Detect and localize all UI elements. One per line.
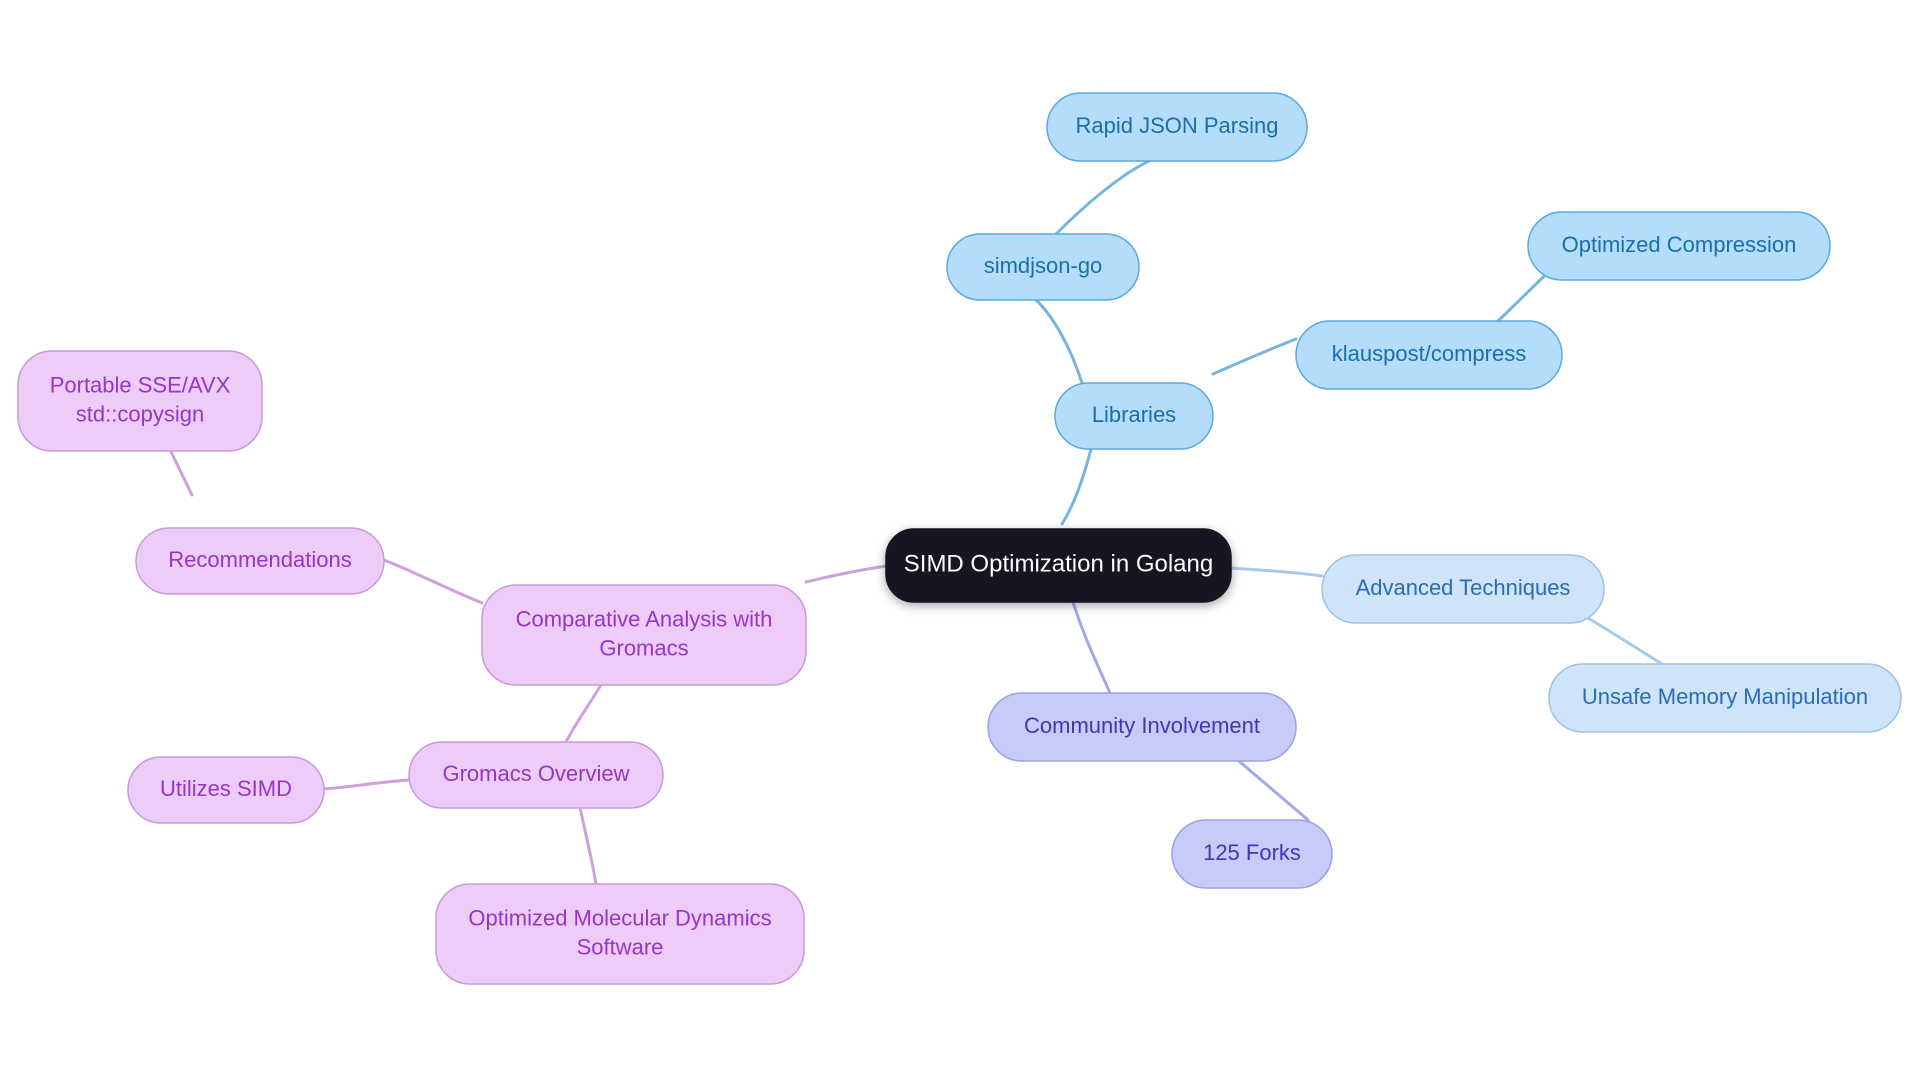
node-advanced-techniques[interactable]: Advanced Techniques — [1321, 554, 1605, 624]
edge-gromacs-overview-to-utilizes-simd — [322, 778, 411, 791]
node-layer: SIMD Optimization in Golang Libraries simd… — [17, 92, 1902, 985]
mindmap-canvas: SIMD Optimization in Golang Libraries simd… — [0, 0, 1920, 1083]
node-label-optimized-compression: Optimized Compression — [1562, 232, 1797, 257]
node-label-forks: 125 Forks — [1203, 840, 1301, 865]
edge-libraries-to-simdjson-go — [1034, 298, 1084, 385]
edge-community-involvement-to-forks — [1230, 753, 1310, 822]
node-label-advanced-techniques: Advanced Techniques — [1356, 575, 1571, 600]
node-community-involvement[interactable]: Community Involvement — [987, 692, 1297, 762]
edge-root-to-community-involvement — [1071, 600, 1112, 695]
node-optimized-compression[interactable]: Optimized Compression — [1527, 211, 1831, 281]
node-label-recommendations: Recommendations — [168, 547, 351, 572]
node-gromacs-overview[interactable]: Gromacs Overview — [408, 741, 664, 809]
node-label-gromacs-overview: Gromacs Overview — [442, 761, 629, 786]
node-optimized-molecular-dynamics[interactable]: Optimized Molecular Dynamics Software — [435, 883, 805, 985]
node-label-utilizes-simd: Utilizes SIMD — [160, 776, 292, 801]
edge-gromacs-overview-to-optimized-molecular-dynamics — [578, 806, 598, 886]
node-label-unsafe-memory-manipulation: Unsafe Memory Manipulation — [1582, 684, 1868, 709]
edge-libraries-to-klauspost-compress — [1211, 337, 1298, 376]
edge-root-to-comparative-analysis — [804, 564, 888, 584]
node-label-rapid-json-parsing: Rapid JSON Parsing — [1076, 113, 1279, 138]
node-simdjson-go[interactable]: simdjson-go — [946, 233, 1140, 301]
node-utilizes-simd[interactable]: Utilizes SIMD — [127, 756, 325, 824]
node-rapid-json-parsing[interactable]: Rapid JSON Parsing — [1046, 92, 1308, 162]
node-portable-sse-avx[interactable]: Portable SSE/AVX std::copysign — [17, 350, 263, 452]
edge-comparative-analysis-to-recommendations — [382, 558, 484, 605]
node-libraries[interactable]: Libraries — [1054, 382, 1214, 450]
node-forks[interactable]: 125 Forks — [1171, 819, 1333, 889]
node-label-root: SIMD Optimization in Golang — [904, 551, 1213, 578]
node-klauspost-compress[interactable]: klauspost/compress — [1295, 320, 1563, 390]
node-label-libraries: Libraries — [1092, 402, 1176, 427]
mindmap-svg: SIMD Optimization in Golang Libraries simd… — [17, 92, 1902, 985]
node-root[interactable]: SIMD Optimization in Golang — [885, 528, 1232, 603]
node-comparative-analysis[interactable]: Comparative Analysis with Gromacs — [481, 584, 807, 686]
node-label-simdjson-go: simdjson-go — [984, 253, 1103, 278]
edge-root-to-advanced-techniques — [1229, 566, 1324, 578]
node-label-klauspost-compress: klauspost/compress — [1332, 341, 1526, 366]
node-unsafe-memory-manipulation[interactable]: Unsafe Memory Manipulation — [1548, 663, 1902, 733]
node-label-community-involvement: Community Involvement — [1024, 713, 1260, 738]
node-recommendations[interactable]: Recommendations — [135, 527, 385, 595]
edge-simdjson-go-to-rapid-json-parsing — [1054, 159, 1151, 236]
connector-layer — [153, 159, 1670, 886]
